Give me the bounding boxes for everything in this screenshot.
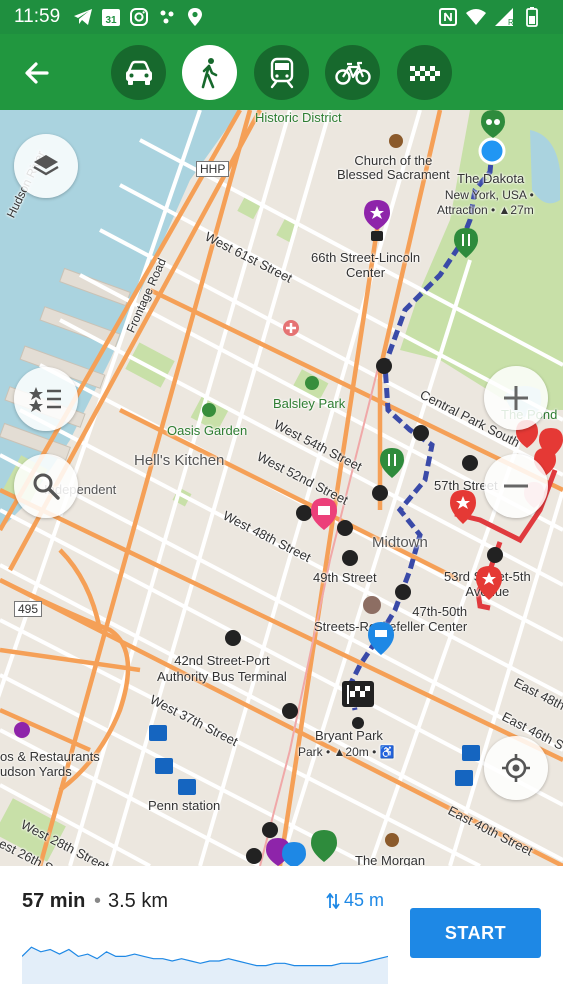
arrow-left-icon	[25, 62, 49, 84]
dots-app-icon	[156, 6, 178, 28]
screen: { "status_bar": { "time": "11:59", "cale…	[0, 0, 563, 1000]
map-view[interactable]: Historic District HHP Church of the Bles…	[0, 110, 563, 866]
telegram-icon	[72, 6, 94, 28]
mode-car-button[interactable]	[111, 45, 166, 100]
restaurant-marker	[454, 228, 478, 258]
car-icon	[125, 60, 152, 85]
route-separator: •	[94, 890, 102, 912]
route-end-dot	[352, 717, 364, 729]
nfc-icon	[437, 6, 459, 28]
zoom-in-button[interactable]	[484, 366, 548, 430]
bank-icon	[363, 596, 381, 614]
svg-text:R: R	[508, 18, 514, 27]
instagram-icon	[128, 6, 150, 28]
bicycle-icon	[334, 61, 371, 85]
app-header	[0, 34, 563, 110]
back-button[interactable]	[18, 54, 56, 92]
start-button[interactable]: START	[410, 908, 541, 958]
cinema-marker	[311, 498, 337, 530]
mode-walk-button[interactable]	[182, 45, 237, 100]
red-star-marker-1	[450, 490, 476, 524]
church-icon	[389, 134, 403, 148]
up-down-arrows-icon	[326, 892, 340, 909]
elevation-gain-value: 45 m	[344, 890, 385, 910]
current-location-marker	[478, 137, 506, 165]
list-button[interactable]	[14, 367, 78, 431]
tree-icon	[305, 376, 319, 390]
status-right-icons: R	[437, 6, 549, 28]
search-icon	[33, 473, 60, 500]
transit-icons	[225, 358, 503, 864]
finish-flag-icon	[342, 681, 374, 707]
layers-icon	[33, 155, 59, 176]
location-pin-icon	[184, 6, 206, 28]
mode-taxi-button[interactable]	[397, 45, 452, 100]
tree-icon-2	[202, 403, 216, 417]
mode-bike-button[interactable]	[325, 45, 380, 100]
crosshair-icon	[502, 754, 530, 782]
museum-icon	[385, 833, 399, 847]
route-distance: 3.5 km	[108, 890, 169, 912]
route-summary-panel: 57 min • 3.5 km 45 m START	[0, 866, 563, 1000]
signal-icon: R	[493, 6, 515, 28]
elevation-profile-chart	[22, 946, 388, 984]
walking-person-icon	[201, 57, 217, 88]
map-markers	[14, 110, 563, 866]
search-button[interactable]	[14, 454, 78, 518]
calendar-day: 31	[106, 15, 118, 26]
layers-button[interactable]	[14, 134, 78, 198]
plus-icon	[504, 386, 528, 410]
restaurant-marker-2	[380, 448, 404, 478]
shopping-icon	[14, 722, 30, 738]
bus-icons	[149, 725, 480, 795]
bottom-markers	[266, 830, 337, 866]
minus-icon	[504, 484, 528, 488]
calendar-icon: 31	[100, 6, 122, 28]
taxi-icon	[409, 65, 440, 81]
metro-icon	[371, 231, 383, 241]
purple-star-marker	[364, 200, 390, 230]
binoculars-marker	[481, 110, 505, 138]
mode-transit-button[interactable]	[254, 45, 309, 100]
star-list-icon	[29, 387, 61, 412]
elevation-gain: 45 m	[326, 890, 384, 911]
red-star-marker-2	[476, 566, 502, 600]
hotel-marker	[368, 622, 394, 655]
status-time: 11:59	[14, 6, 61, 27]
train-icon	[270, 57, 293, 88]
status-bar: 11:59 31 R	[0, 0, 563, 34]
wifi-icon	[465, 6, 487, 28]
battery-icon	[521, 6, 543, 28]
route-duration: 57 min	[22, 890, 86, 912]
zoom-out-button[interactable]	[484, 454, 548, 518]
locate-button[interactable]	[484, 736, 548, 800]
